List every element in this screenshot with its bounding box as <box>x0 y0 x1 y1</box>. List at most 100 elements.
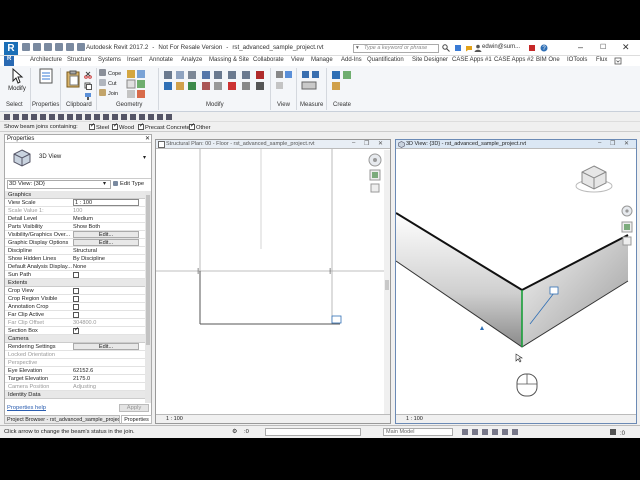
property-row[interactable]: Camera Position Adjusting <box>5 383 145 391</box>
design-option-dropdown[interactable]: Main Model <box>383 428 453 436</box>
apply-button[interactable]: Apply <box>119 404 149 412</box>
view-tools-icons[interactable] <box>274 69 294 99</box>
tab-manage[interactable]: Manage <box>311 57 333 63</box>
wood-checkbox[interactable]: Wood <box>112 122 134 131</box>
steel-checkbox[interactable]: Steel <box>89 122 109 131</box>
3d-minimize-button[interactable]: – <box>598 140 601 146</box>
property-row[interactable]: Target Elevation 2175.0 <box>5 375 145 383</box>
plan-minimize-button[interactable]: – <box>352 140 355 146</box>
3d-restore-button[interactable]: ❐ <box>610 140 615 147</box>
worksets-icon[interactable]: ⚙ <box>232 429 237 435</box>
plan-vertical-scrollbar[interactable] <box>384 150 390 415</box>
tab-architecture[interactable]: Architecture <box>30 57 62 63</box>
property-row[interactable]: Section Box <box>5 326 145 335</box>
3d-scale-label[interactable]: 1 : 100 <box>406 416 423 422</box>
property-row[interactable]: Annotation Crop <box>5 303 145 311</box>
match-properties-icon[interactable] <box>84 92 92 100</box>
search-input[interactable]: Type a keyword or phrase <box>353 44 439 53</box>
plan-restore-button[interactable]: ❐ <box>364 140 369 147</box>
tab-systems[interactable]: Systems <box>98 57 121 63</box>
precast-checkbox[interactable]: Precast Concrete <box>138 122 190 131</box>
plan-navigation-bar[interactable] <box>366 152 384 198</box>
instance-dropdown-icon[interactable]: ▾ <box>103 180 106 187</box>
undo-icon[interactable] <box>55 43 63 51</box>
property-edit-button[interactable]: Edit... <box>73 231 139 238</box>
close-button[interactable]: ✕ <box>622 42 630 53</box>
plan-scale-label[interactable]: 1 : 100 <box>166 416 183 422</box>
tab-case-apps-2[interactable]: CASE Apps #2 <box>494 57 534 63</box>
property-row[interactable]: Eye Elevation 62152.6 <box>5 367 145 375</box>
property-row[interactable]: Visibility/Graphics Over... Edit... <box>5 231 145 239</box>
select-group-label[interactable]: Select <box>6 102 23 108</box>
property-row[interactable]: Detail Level Medium <box>5 215 145 223</box>
property-category[interactable]: Camera <box>5 335 145 343</box>
tab-flux[interactable]: Flux <box>596 57 607 63</box>
worksets-count[interactable]: :0 <box>244 429 249 435</box>
edit-type-button[interactable]: Edit Type <box>113 180 149 189</box>
property-row[interactable]: Crop View <box>5 287 145 295</box>
plan-canvas[interactable]: I I <box>156 149 390 415</box>
tab-bim-one[interactable]: BIM One <box>536 57 560 63</box>
property-checkbox[interactable] <box>73 288 79 294</box>
property-value[interactable]: 1 : 100 <box>73 199 139 206</box>
paste-button[interactable] <box>64 70 82 90</box>
modify-tools-icons[interactable] <box>162 69 274 101</box>
property-edit-button[interactable]: Edit... <box>73 239 139 246</box>
comm-center-icon[interactable] <box>465 44 473 52</box>
close-properties-button[interactable]: ✕ <box>145 135 150 142</box>
other-checkbox[interactable]: Other <box>189 122 211 131</box>
property-checkbox[interactable] <box>73 326 79 334</box>
property-row[interactable]: Default Analysis Display... None <box>5 263 145 271</box>
property-row[interactable]: Discipline Structural <box>5 247 145 255</box>
property-row[interactable]: Show Hidden Lines By Discipline <box>5 255 145 263</box>
tab-file[interactable]: R <box>4 56 15 66</box>
geometry-tools-icons[interactable] <box>126 69 156 99</box>
user-icon[interactable] <box>474 44 482 52</box>
steel-check-mark[interactable] <box>89 122 95 130</box>
tab-annotate[interactable]: Annotate <box>149 57 173 63</box>
property-checkbox[interactable] <box>73 296 79 302</box>
plan-view-window[interactable]: Structural Plan: 00 - Floor - rst_advanc… <box>155 139 391 424</box>
tab-massing-site[interactable]: Massing & Site <box>209 57 249 63</box>
quick-toolbar-icons[interactable] <box>4 114 184 121</box>
tab-add-ins[interactable]: Add-Ins <box>341 57 362 63</box>
tab-overflow-icon[interactable] <box>614 57 622 65</box>
viewcube-icon[interactable] <box>574 162 614 194</box>
open-icon[interactable] <box>22 43 30 51</box>
help-icon[interactable]: ? <box>540 44 548 52</box>
project-browser-tab[interactable]: Project Browser - rst_advanced_sample_pr… <box>4 415 120 424</box>
3d-view-window[interactable]: 3D View: {3D} - rst_advanced_sample_proj… <box>395 139 637 424</box>
user-name[interactable]: edwin@sum... <box>482 44 520 50</box>
tab-structure[interactable]: Structure <box>67 57 91 63</box>
selection-filter-icons[interactable]: :0 <box>462 428 632 436</box>
property-checkbox[interactable] <box>73 272 79 278</box>
property-row[interactable]: Sun Path <box>5 271 145 279</box>
create-tools-icons[interactable] <box>330 69 354 99</box>
property-row[interactable]: Scale Value 1: 100 <box>5 207 145 215</box>
plan-vscroll-thumb[interactable] <box>385 280 389 290</box>
tab-insert[interactable]: Insert <box>127 57 142 63</box>
tab-view[interactable]: View <box>291 57 304 63</box>
copy-icon[interactable] <box>84 82 92 90</box>
tab-collaborate[interactable]: Collaborate <box>253 57 284 63</box>
properties-help-link[interactable]: Properties help <box>7 405 46 411</box>
properties-tab[interactable]: Properties <box>121 415 152 424</box>
property-category[interactable]: Graphics <box>5 191 145 199</box>
scrollbar-thumb[interactable] <box>146 195 150 345</box>
type-selector[interactable]: 3D View ▾ <box>5 143 151 179</box>
property-row[interactable]: Rendering Settings Edit... <box>5 343 145 351</box>
property-edit-button[interactable]: Edit... <box>73 343 139 350</box>
cope-button[interactable]: Cope <box>99 69 121 77</box>
subscription-icon[interactable] <box>454 44 462 52</box>
property-row[interactable]: Perspective <box>5 359 145 367</box>
print-icon[interactable] <box>77 43 85 51</box>
wood-check-mark[interactable] <box>112 122 118 130</box>
file-menu-button[interactable]: R <box>4 42 18 55</box>
type-dropdown-icon[interactable]: ▾ <box>143 154 146 161</box>
redo-icon[interactable] <box>66 43 74 51</box>
cut-button[interactable]: Cut <box>99 79 117 87</box>
plan-close-button[interactable]: ✕ <box>378 140 383 147</box>
tab-site-designer[interactable]: Site Designer <box>412 57 448 63</box>
search-icon[interactable] <box>442 44 450 52</box>
properties-button[interactable] <box>34 68 58 86</box>
